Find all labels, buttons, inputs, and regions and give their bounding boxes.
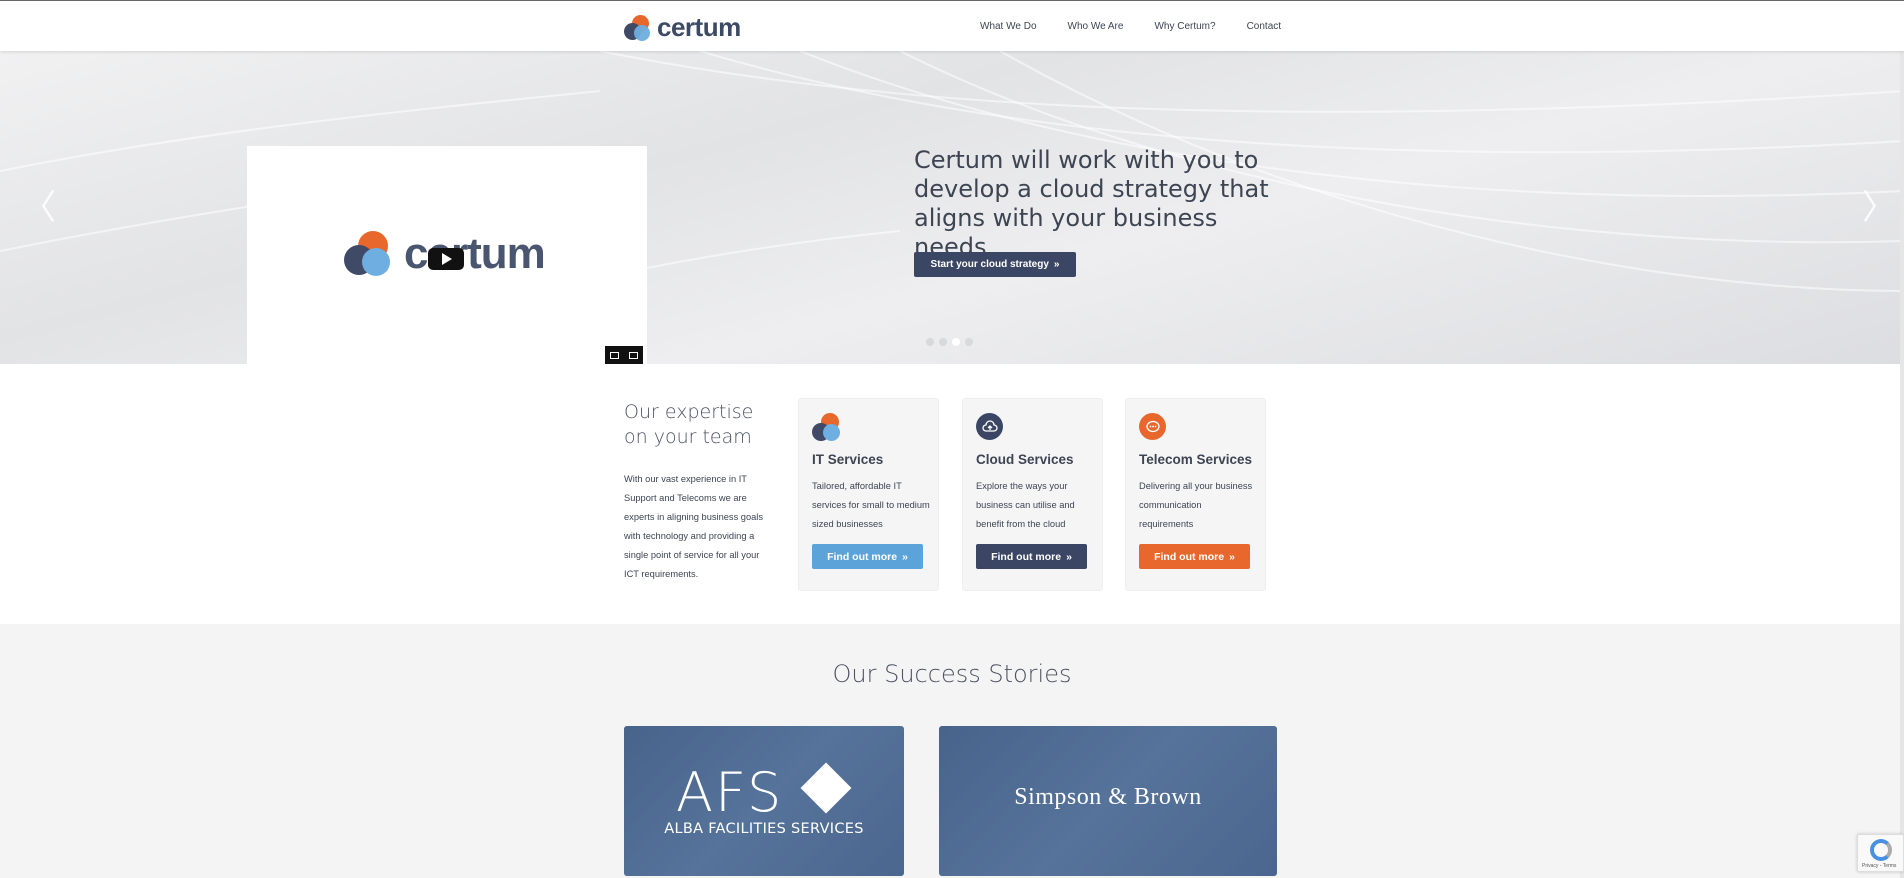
- expertise-title: Our expertise on your team: [624, 401, 754, 448]
- video-controls: [605, 346, 643, 364]
- start-cloud-strategy-button[interactable]: Start your cloud strategy »: [914, 252, 1076, 277]
- main-nav: What We Do Who We Are Why Certum? Contac…: [980, 21, 1312, 32]
- slider-dots: [926, 338, 973, 346]
- slider-dot-3[interactable]: [952, 338, 960, 346]
- card-telecom-services: Telecom Services Delivering all your bus…: [1125, 398, 1266, 591]
- card-title: Telecom Services: [1139, 452, 1253, 467]
- double-chevron-right-icon: »: [1229, 550, 1235, 563]
- recaptcha-text: Privacy - Terms: [1862, 863, 1897, 869]
- play-icon[interactable]: [428, 248, 464, 270]
- card-title: IT Services: [812, 452, 884, 467]
- nav-contact[interactable]: Contact: [1247, 21, 1281, 32]
- card-text: Explore the ways your business can utili…: [976, 481, 1075, 529]
- card-it-services: IT Services Tailored, affordable IT serv…: [798, 398, 939, 591]
- afs-logo-subtext: ALBA FACILITIES SERVICES: [664, 821, 864, 837]
- button-label: Find out more: [827, 550, 898, 563]
- video-logo-text: certum: [404, 229, 546, 278]
- page-scrollbar[interactable]: [1900, 0, 1904, 878]
- expertise-body: With our vast experience in IT Support a…: [624, 474, 764, 579]
- slider-dot-2[interactable]: [939, 338, 947, 346]
- success-stories-title: Our Success Stories: [832, 660, 1072, 688]
- success-stories-section: Our Success Stories AFS ALBA FACILITIES …: [0, 624, 1904, 878]
- chat-bubble-icon: [1139, 413, 1169, 443]
- it-find-out-more-button[interactable]: Find out more »: [812, 544, 923, 569]
- hero-headline: Certum will work with you to develop a c…: [914, 146, 1269, 261]
- story-card-afs[interactable]: AFS ALBA FACILITIES SERVICES: [624, 726, 904, 876]
- nav-why-certum[interactable]: Why Certum?: [1154, 21, 1215, 32]
- recaptcha-icon: [1870, 839, 1892, 861]
- double-chevron-right-icon: »: [902, 550, 908, 563]
- slider-dot-4[interactable]: [965, 338, 973, 346]
- recaptcha-badge[interactable]: Privacy - Terms: [1857, 834, 1904, 872]
- certum-logo[interactable]: certum: [624, 12, 741, 43]
- slider-next-arrow[interactable]: 〉: [1862, 191, 1896, 225]
- certum-logo-icon: [624, 14, 652, 41]
- video-player[interactable]: certum: [247, 146, 647, 364]
- story-card-simpson-brown[interactable]: Simpson & Brown: [939, 726, 1277, 876]
- simpson-brown-logo-text: Simpson & Brown: [1014, 784, 1202, 810]
- card-text: Tailored, affordable IT services for sma…: [812, 481, 930, 529]
- logo-text: certum: [657, 12, 741, 42]
- nav-what-we-do[interactable]: What We Do: [980, 21, 1037, 32]
- cloud-find-out-more-button[interactable]: Find out more »: [976, 544, 1087, 569]
- button-label: Start your cloud strategy: [930, 259, 1049, 270]
- slider-prev-arrow[interactable]: 〈: [22, 191, 56, 225]
- card-title: Cloud Services: [976, 452, 1074, 467]
- nav-who-we-are[interactable]: Who We Are: [1068, 21, 1124, 32]
- afs-logo-text: AFS: [676, 761, 784, 824]
- card-text: Delivering all your business communicati…: [1139, 481, 1253, 529]
- picture-in-picture-icon[interactable]: [610, 351, 619, 359]
- double-chevron-right-icon: »: [1066, 550, 1072, 563]
- cloud-upload-icon: [976, 413, 1006, 443]
- card-cloud-services: Cloud Services Explore the ways your bus…: [962, 398, 1103, 591]
- slider-dot-1[interactable]: [926, 338, 934, 346]
- button-label: Find out more: [991, 550, 1062, 563]
- fullscreen-icon[interactable]: [629, 351, 638, 359]
- certum-logo-icon: [344, 231, 394, 277]
- hero-slider: 〈 〉 certum Certum will work with you to …: [0, 51, 1904, 364]
- telecom-find-out-more-button[interactable]: Find out more »: [1139, 544, 1250, 569]
- double-chevron-right-icon: »: [1053, 259, 1060, 270]
- site-header: certum What We Do Who We Are Why Certum?…: [0, 0, 1904, 51]
- button-label: Find out more: [1154, 550, 1225, 563]
- certum-logo-icon: [812, 413, 842, 443]
